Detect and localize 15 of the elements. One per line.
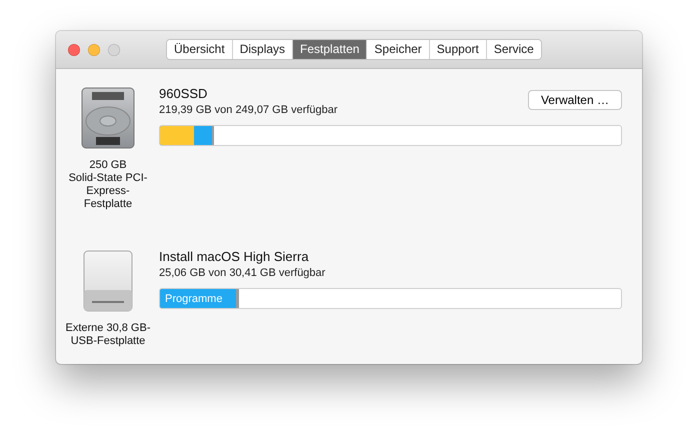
storage-segment: Programme <box>160 289 236 308</box>
external-drive-icon <box>82 250 134 312</box>
zoom-button[interactable] <box>108 44 120 56</box>
hard-drive-icon <box>80 87 136 149</box>
disk-name: Install macOS High Sierra <box>159 249 310 264</box>
disk-description: Externe 30,8 GB- USB-Festplatte <box>66 322 150 348</box>
manage-button[interactable]: Verwalten … <box>528 90 622 110</box>
disk-description: 250 GB Solid-State PCI- Express- Festplatte <box>68 159 148 211</box>
tab[interactable]: Übersicht <box>167 40 233 59</box>
tab[interactable]: Festplatten <box>293 40 368 59</box>
close-button[interactable] <box>68 44 80 56</box>
minimize-button[interactable] <box>88 44 100 56</box>
disk-usage: 219,39 GB von 249,07 GB verfügbar <box>159 104 338 116</box>
disk-usage: 25,06 GB von 30,41 GB verfügbar <box>159 267 326 279</box>
disk-name: 960SSD <box>159 86 208 101</box>
